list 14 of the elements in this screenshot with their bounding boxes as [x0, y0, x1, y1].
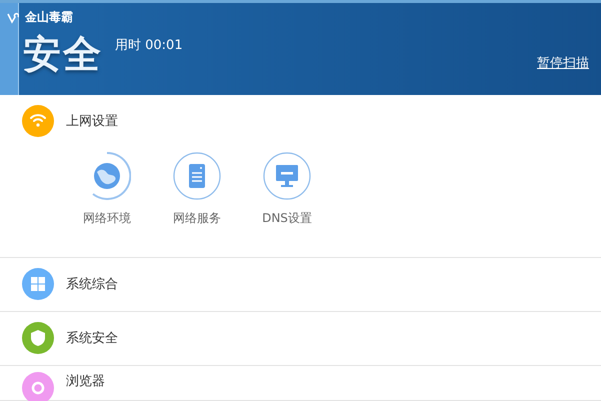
- item-label: DNS设置: [262, 210, 312, 227]
- app-name: 金山毒霸: [25, 9, 73, 26]
- logo-icon: [7, 12, 19, 24]
- item-label: 网络服务: [173, 210, 221, 227]
- elapsed-time: 用时 00:01: [115, 37, 183, 54]
- section-title[interactable]: 浏览器: [66, 372, 105, 390]
- section-title[interactable]: 系统安全: [66, 329, 118, 348]
- pause-scan-link[interactable]: 暂停扫描: [537, 54, 589, 72]
- section-title[interactable]: 上网设置: [66, 112, 118, 130]
- item-label: 网络环境: [83, 210, 131, 227]
- status-text: 安全: [23, 32, 103, 76]
- section-title[interactable]: 系统综合: [66, 275, 118, 294]
- monitor-icon[interactable]: [263, 152, 311, 200]
- server-icon[interactable]: [173, 152, 221, 200]
